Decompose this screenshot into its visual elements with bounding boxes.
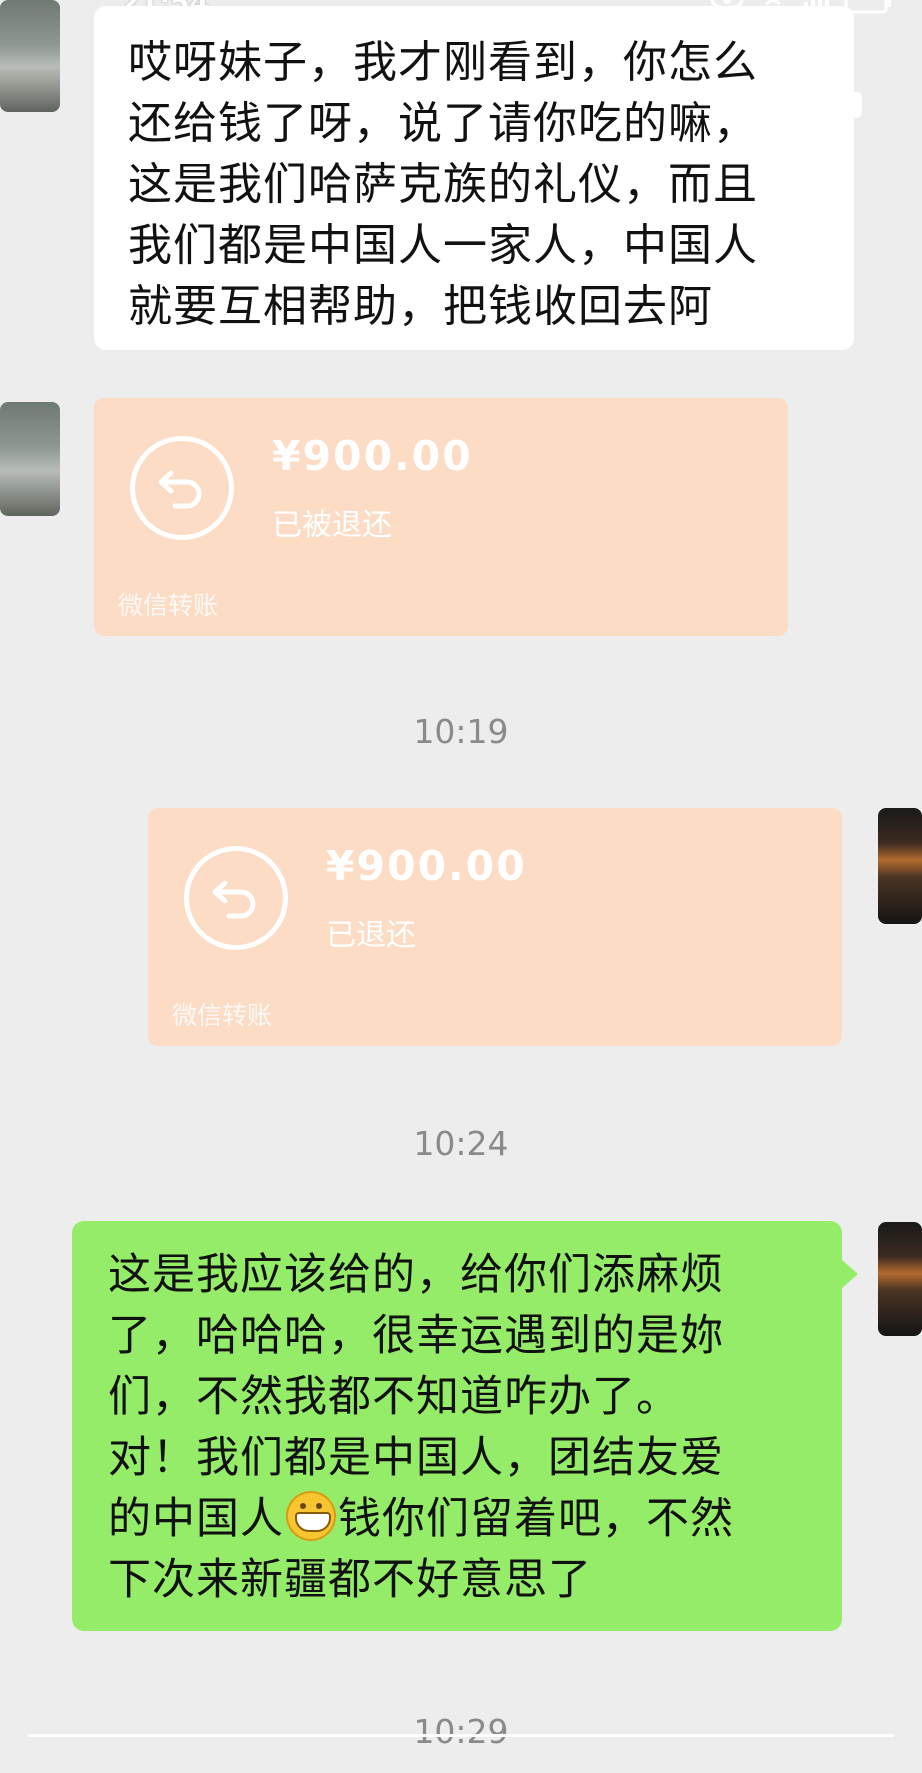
home-indicator[interactable]: [28, 1734, 894, 1737]
grin-emoji: [286, 1491, 336, 1541]
message-line: 了，哈哈哈，很幸运遇到的是妳: [108, 1311, 724, 1361]
message-line: 钱你们留着吧，不然: [338, 1494, 734, 1544]
message-line: 就要互相帮助，把钱收回去阿: [128, 281, 713, 332]
my-avatar[interactable]: [878, 1222, 922, 1336]
timestamp: 10:19: [413, 712, 509, 751]
contact-avatar[interactable]: [0, 402, 60, 516]
message-line: 下次来新疆都不好意思了: [108, 1555, 592, 1605]
transfer-card-outgoing[interactable]: ¥900.00 已退还 微信转账: [148, 808, 842, 1046]
message-line: 对！我们都是中国人，团结友爱: [108, 1433, 724, 1483]
transfer-amount: ¥900.00: [326, 842, 527, 890]
return-arrow-icon: [184, 846, 288, 950]
timestamp: 10:24: [413, 1124, 509, 1163]
incoming-message-bubble[interactable]: 哎呀妹子，我才刚看到，你怎么 还给钱了呀，说了请你吃的嘛， 这是我们哈萨克族的礼…: [94, 6, 854, 350]
message-line: 还给钱了呀，说了请你吃的嘛，: [128, 98, 758, 149]
timestamp: 10:29: [413, 1712, 509, 1751]
transfer-footer-label: 微信转账: [172, 1001, 273, 1030]
contact-avatar[interactable]: [0, 0, 60, 112]
message-line-with-emoji: 的中国人 钱你们留着吧，不然: [108, 1489, 816, 1550]
transfer-amount: ¥900.00: [272, 432, 473, 480]
message-line: 们，不然我都不知道咋办了。: [108, 1372, 680, 1422]
message-line: 这是我们哈萨克族的礼仪，而且: [128, 159, 758, 210]
bubble-tail: [842, 1260, 858, 1288]
message-line: 的中国人: [108, 1494, 284, 1544]
transfer-card-incoming[interactable]: ¥900.00 已被退还 微信转账: [94, 398, 788, 636]
message-line: 这是我应该给的，给你们添麻烦: [108, 1250, 724, 1300]
message-line: 我们都是中国人一家人，中国人: [128, 220, 758, 271]
transfer-status: 已被退还: [272, 508, 392, 543]
transfer-status: 已退还: [326, 918, 416, 953]
transfer-footer-label: 微信转账: [118, 591, 219, 620]
my-avatar[interactable]: [878, 808, 922, 924]
message-line: 哎呀妹子，我才刚看到，你怎么: [128, 37, 758, 88]
return-arrow-icon: [130, 436, 234, 540]
outgoing-message-bubble[interactable]: 这是我应该给的，给你们添麻烦 了，哈哈哈，很幸运遇到的是妳 们，不然我都不知道咋…: [72, 1221, 842, 1631]
